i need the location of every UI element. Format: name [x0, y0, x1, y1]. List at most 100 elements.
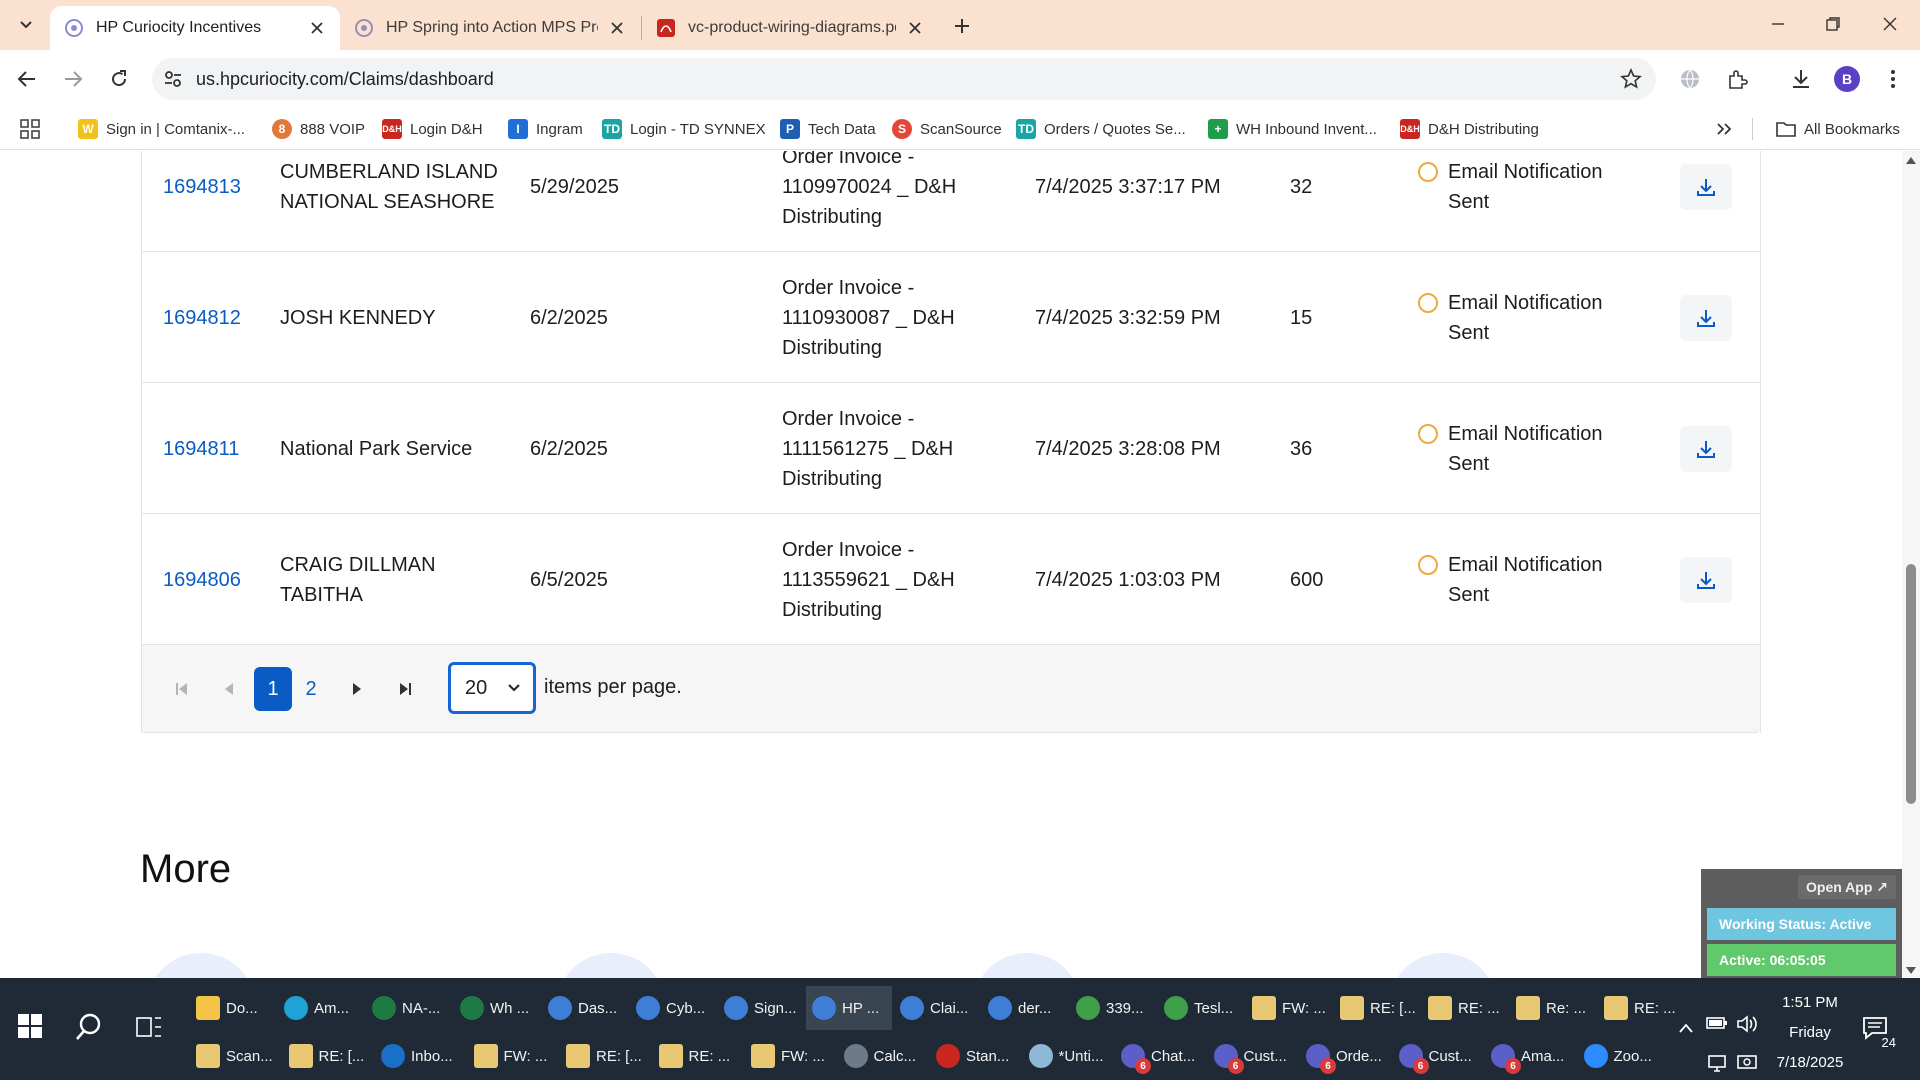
- claim-id-link[interactable]: 1694811: [163, 434, 239, 464]
- bookmark-comtanix[interactable]: W Sign in | Comtanix-...: [78, 116, 245, 142]
- taskbar-button[interactable]: 6 Ama...: [1485, 1034, 1576, 1078]
- download-button[interactable]: [1680, 294, 1732, 341]
- taskbar-button[interactable]: 339...: [1070, 986, 1156, 1030]
- bookmark-star-icon[interactable]: [1620, 68, 1642, 90]
- profile-avatar[interactable]: B: [1834, 66, 1860, 92]
- taskbar-button[interactable]: Tesl...: [1158, 986, 1244, 1030]
- minimize-button[interactable]: [1758, 8, 1798, 40]
- extensions-icon[interactable]: [1724, 66, 1750, 92]
- apps-grid-icon[interactable]: [20, 116, 40, 142]
- claim-id-link[interactable]: 1694806: [163, 565, 241, 595]
- claim-id-link[interactable]: 1694813: [163, 172, 241, 202]
- scroll-up-arrow-icon[interactable]: [1906, 157, 1916, 164]
- taskbar-button[interactable]: *Unti...: [1023, 1034, 1114, 1078]
- reload-button[interactable]: [104, 64, 134, 94]
- taskbar-button[interactable]: Das...: [542, 986, 628, 1030]
- open-app-button[interactable]: Open App ↗: [1798, 875, 1896, 899]
- address-bar[interactable]: us.hpcuriocity.com/Claims/dashboard: [152, 58, 1656, 100]
- all-bookmarks-button[interactable]: All Bookmarks: [1776, 116, 1900, 142]
- network-icon[interactable]: [1706, 1054, 1728, 1072]
- bookmarks-overflow-icon[interactable]: [1716, 116, 1732, 142]
- taskbar-button[interactable]: Re: ...: [1510, 986, 1596, 1030]
- taskbar-button[interactable]: Zoo...: [1578, 1034, 1669, 1078]
- next-page-button[interactable]: [338, 667, 376, 711]
- taskbar-button[interactable]: RE: [...: [560, 1034, 651, 1078]
- tab-pdf[interactable]: vc-product-wiring-diagrams.pd: [642, 6, 938, 50]
- first-page-button[interactable]: [163, 667, 201, 711]
- customer-name: National Park Service: [280, 437, 473, 460]
- items-per-page-select[interactable]: 20: [448, 662, 536, 714]
- taskbar-button[interactable]: Cyb...: [630, 986, 716, 1030]
- close-window-button[interactable]: [1870, 8, 1910, 40]
- taskbar-button[interactable]: Scan...: [190, 1034, 281, 1078]
- task-view-icon[interactable]: [136, 1014, 162, 1040]
- close-icon[interactable]: [906, 19, 924, 37]
- taskbar-button[interactable]: RE: ...: [653, 1034, 744, 1078]
- chevron-up-icon[interactable]: [1678, 1022, 1694, 1034]
- taskbar-button[interactable]: RE: [...: [1334, 986, 1420, 1030]
- download-icon[interactable]: [1788, 66, 1814, 92]
- claim-id-link[interactable]: 1694812: [163, 303, 241, 333]
- taskbar-button[interactable]: HP ...: [806, 986, 892, 1030]
- notification-center-button[interactable]: 24: [1862, 1016, 1898, 1050]
- bookmark-ingram[interactable]: I Ingram: [508, 116, 583, 142]
- site-settings-icon[interactable]: [162, 68, 184, 90]
- system-clock[interactable]: 1:51 PM Friday 7/18/2025: [1750, 988, 1870, 1078]
- taskbar-button[interactable]: Do...: [190, 986, 276, 1030]
- download-button[interactable]: [1680, 425, 1732, 472]
- tab-search-button[interactable]: [12, 10, 40, 38]
- taskbar-button[interactable]: NA-...: [366, 986, 452, 1030]
- new-tab-button[interactable]: [948, 12, 976, 40]
- vpn-globe-icon[interactable]: [1677, 66, 1703, 92]
- scansource-icon: S: [892, 119, 912, 139]
- previous-page-button[interactable]: [210, 667, 248, 711]
- bookmark-dh-distributing[interactable]: D&H D&H Distributing: [1400, 116, 1539, 142]
- taskbar-button[interactable]: FW: ...: [1246, 986, 1332, 1030]
- taskbar-button[interactable]: Am...: [278, 986, 364, 1030]
- bookmark-wh-inbound[interactable]: + WH Inbound Invent...: [1208, 116, 1377, 142]
- bookmark-login-dh[interactable]: D&H Login D&H: [382, 116, 483, 142]
- taskbar-button[interactable]: RE: ...: [1422, 986, 1508, 1030]
- taskbar-button[interactable]: 6 Orde...: [1300, 1034, 1391, 1078]
- taskbar-button[interactable]: Sign...: [718, 986, 804, 1030]
- taskbar-button[interactable]: RE: ...: [1598, 986, 1684, 1030]
- taskbar-button[interactable]: FW: ...: [745, 1034, 836, 1078]
- download-button[interactable]: [1680, 556, 1732, 603]
- kebab-menu-icon[interactable]: [1880, 66, 1906, 92]
- bookmark-scansource[interactable]: S ScanSource: [892, 116, 1002, 142]
- taskbar-button[interactable]: Clai...: [894, 986, 980, 1030]
- taskbar-button[interactable]: Inbo...: [375, 1034, 466, 1078]
- taskbar-button[interactable]: Stan...: [930, 1034, 1021, 1078]
- scroll-down-arrow-icon[interactable]: [1906, 967, 1916, 974]
- bookmark-orders-quotes[interactable]: TD Orders / Quotes Se...: [1016, 116, 1186, 142]
- windows-start-icon[interactable]: [18, 1014, 42, 1038]
- forward-button[interactable]: [58, 64, 88, 94]
- taskbar-button[interactable]: RE: [...: [283, 1034, 374, 1078]
- bookmark-tech-data[interactable]: P Tech Data: [780, 116, 876, 142]
- taskbar-button[interactable]: 6 Chat...: [1115, 1034, 1206, 1078]
- search-icon[interactable]: [74, 1012, 104, 1042]
- taskbar-button[interactable]: FW: ...: [468, 1034, 559, 1078]
- taskbar-button[interactable]: 6 Cust...: [1393, 1034, 1484, 1078]
- taskbar-button[interactable]: Wh ...: [454, 986, 540, 1030]
- bookmark-td-synnex[interactable]: TD Login - TD SYNNEX: [602, 116, 766, 142]
- taskbar-button[interactable]: Calc...: [838, 1034, 929, 1078]
- url-text[interactable]: us.hpcuriocity.com/Claims/dashboard: [196, 69, 494, 90]
- tab-hp-curiocity[interactable]: HP Curiocity Incentives: [50, 6, 340, 50]
- scrollbar-thumb[interactable]: [1906, 564, 1916, 804]
- restore-button[interactable]: [1813, 8, 1853, 40]
- taskbar-button[interactable]: 6 Cust...: [1208, 1034, 1299, 1078]
- last-page-button[interactable]: [386, 667, 424, 711]
- taskbar-button[interactable]: der...: [982, 986, 1068, 1030]
- close-icon[interactable]: [608, 19, 626, 37]
- tab-hp-spring[interactable]: HP Spring into Action MPS Pro: [340, 6, 640, 50]
- page-scrollbar[interactable]: [1902, 151, 1920, 978]
- bookmark-888-voip[interactable]: 8 888 VOIP: [272, 116, 365, 142]
- page-2-button[interactable]: 2: [292, 667, 330, 711]
- battery-icon[interactable]: [1706, 1014, 1728, 1032]
- last-page-icon: [400, 683, 411, 695]
- download-button[interactable]: [1680, 163, 1732, 210]
- page-1-button[interactable]: 1: [254, 667, 292, 711]
- close-icon[interactable]: [308, 19, 326, 37]
- back-button[interactable]: [12, 64, 42, 94]
